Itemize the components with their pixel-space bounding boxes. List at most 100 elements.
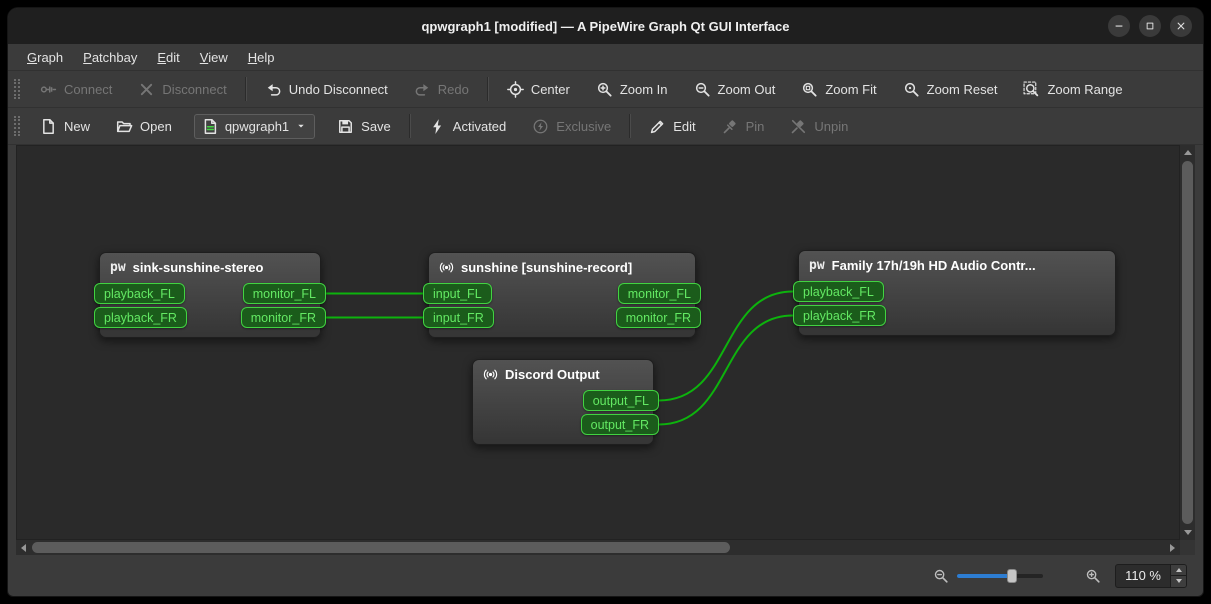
qpwgraph1-dropdown[interactable]: qpwgraph1 xyxy=(193,113,316,139)
node-header[interactable]: pw sink-sunshine-stereo xyxy=(100,253,320,280)
pin-button[interactable]: Pin xyxy=(709,111,778,141)
node-header[interactable]: pw Family 17h/19h HD Audio Contr... xyxy=(799,251,1115,278)
zoom-slider-fill xyxy=(957,573,1013,578)
toolbar-separator xyxy=(629,114,632,138)
zoom-in-icon xyxy=(596,81,613,98)
scroll-right-button[interactable] xyxy=(1165,540,1180,555)
zoom-slider-handle[interactable] xyxy=(1007,568,1018,583)
horizontal-scroll-handle[interactable] xyxy=(32,542,731,553)
center-button[interactable]: Center xyxy=(494,74,583,104)
zoom-fit-button[interactable]: Zoom Fit xyxy=(788,74,889,104)
menubar: Graph Patchbay Edit View Help xyxy=(8,44,1203,71)
node-sunshine[interactable]: sunshine [sunshine-record] input_FL input_… xyxy=(423,252,701,338)
port-playback_FL[interactable]: playback_FL xyxy=(793,281,884,302)
zoom-fit-label: Zoom Fit xyxy=(825,81,877,97)
new-button[interactable]: New xyxy=(27,111,103,141)
zoom-spinbox[interactable]: 110 % xyxy=(1115,563,1187,588)
port-output_FL[interactable]: output_FL xyxy=(582,390,659,411)
zoom-range-icon xyxy=(1023,80,1040,98)
record-icon xyxy=(439,260,454,275)
node-family-audio[interactable]: pw Family 17h/19h HD Audio Contr... playba… xyxy=(793,250,1116,336)
node-title: Family 17h/19h HD Audio Contr... xyxy=(831,258,1036,273)
zoom-range-button[interactable]: Zoom Range xyxy=(1010,74,1135,104)
zoom-reset-label: Zoom Reset xyxy=(926,81,998,97)
menu-patchbay[interactable]: Patchbay xyxy=(73,46,147,69)
undo-disconnect-label: Undo Disconnect xyxy=(288,81,388,97)
new-label: New xyxy=(64,118,91,134)
pin-label: Pin xyxy=(745,118,765,134)
scroll-up-button[interactable] xyxy=(1180,145,1195,160)
port-input_FL[interactable]: input_FL xyxy=(423,283,492,304)
new-icon xyxy=(40,118,57,135)
open-button[interactable]: Open xyxy=(103,111,185,141)
save-icon xyxy=(337,118,354,135)
port-output_FR[interactable]: output_FR xyxy=(580,414,659,435)
graph-canvas[interactable]: pw sink-sunshine-stereo playback_FL playbac… xyxy=(16,145,1180,540)
pipewire-icon: pw xyxy=(809,258,825,273)
horizontal-scrollbar[interactable] xyxy=(16,540,1180,555)
menu-edit[interactable]: Edit xyxy=(147,46,189,69)
port-playback_FL[interactable]: playback_FL xyxy=(94,283,185,304)
window-controls xyxy=(1108,15,1192,37)
vertical-scrollbar[interactable] xyxy=(1180,145,1195,540)
maximize-button[interactable] xyxy=(1139,15,1161,37)
port-playback_FR[interactable]: playback_FR xyxy=(793,305,886,326)
scroll-left-button[interactable] xyxy=(16,540,31,555)
menu-view[interactable]: View xyxy=(190,46,238,69)
undo-icon xyxy=(265,81,282,98)
node-header[interactable]: Discord Output xyxy=(473,360,653,387)
minimize-button[interactable] xyxy=(1108,15,1130,37)
disconnect-button[interactable]: Disconnect xyxy=(125,74,239,104)
app-window: qpwgraph1 [modified] — A PipeWire Graph … xyxy=(8,8,1203,596)
node-discord-output[interactable]: Discord Output output_FL output_FR xyxy=(472,359,659,445)
unpin-label: Unpin xyxy=(814,118,849,134)
patchbay-file-icon xyxy=(202,118,219,135)
edit-button[interactable]: Edit xyxy=(636,111,708,141)
unpin-button[interactable]: Unpin xyxy=(777,111,861,141)
activated-button[interactable]: Activated xyxy=(416,111,519,141)
node-title: Discord Output xyxy=(505,367,600,382)
node-sink-sunshine-stereo[interactable]: pw sink-sunshine-stereo playback_FLplaybac… xyxy=(94,252,326,338)
port-monitor_FR[interactable]: monitor_FR xyxy=(615,307,701,328)
exclusive-button[interactable]: Exclusive xyxy=(519,111,624,141)
record-icon xyxy=(483,367,498,382)
file-toolbar: New Open qpwgraph1 Save Activated Exclusive Ed… xyxy=(8,108,1203,145)
save-button[interactable]: Save xyxy=(324,111,404,141)
port-playback_FR[interactable]: playback_FR xyxy=(94,307,187,328)
vertical-scroll-handle[interactable] xyxy=(1182,161,1193,524)
zoom-increment-button[interactable] xyxy=(1171,564,1186,576)
zoom-in-button[interactable]: Zoom In xyxy=(583,74,681,104)
zoom-fit-icon xyxy=(801,81,818,98)
titlebar[interactable]: qpwgraph1 [modified] — A PipeWire Graph … xyxy=(8,8,1203,44)
menu-graph[interactable]: Graph xyxy=(17,46,73,69)
node-title: sink-sunshine-stereo xyxy=(132,260,264,275)
connections-layer xyxy=(326,290,794,426)
zoom-slider[interactable] xyxy=(957,568,1044,583)
statusbar: 110 % xyxy=(8,555,1203,596)
close-button[interactable] xyxy=(1170,15,1192,37)
scroll-down-button[interactable] xyxy=(1180,525,1195,540)
zoom-in-label: Zoom In xyxy=(619,81,668,97)
port-monitor_FR[interactable]: monitor_FR xyxy=(240,307,326,328)
node-header[interactable]: sunshine [sunshine-record] xyxy=(429,253,695,280)
toolbar-drag-handle[interactable] xyxy=(14,116,20,136)
port-input_FR[interactable]: input_FR xyxy=(423,307,494,328)
toolbar-drag-handle[interactable] xyxy=(14,79,20,99)
connect-button[interactable]: Connect xyxy=(27,74,125,104)
zoom-out-button[interactable]: Zoom Out xyxy=(681,74,789,104)
pin-icon xyxy=(722,118,739,135)
center-label: Center xyxy=(530,81,570,97)
zoom-spin-arrows xyxy=(1170,564,1186,587)
port-monitor_FL[interactable]: monitor_FL xyxy=(617,283,701,304)
toolbar-separator xyxy=(486,77,489,101)
zoom-decrement-button[interactable] xyxy=(1171,576,1186,587)
undo-disconnect-button[interactable]: Undo Disconnect xyxy=(252,74,401,104)
zoom-value[interactable]: 110 % xyxy=(1116,565,1170,587)
port-monitor_FL[interactable]: monitor_FL xyxy=(242,283,326,304)
zoom-reset-button[interactable]: Zoom Reset xyxy=(890,74,1011,104)
zoom-out-icon xyxy=(933,568,949,584)
menu-help[interactable]: Help xyxy=(238,46,285,69)
connect-label: Connect xyxy=(64,81,113,97)
connect-icon xyxy=(40,81,57,98)
redo-button[interactable]: Redo xyxy=(401,74,482,104)
